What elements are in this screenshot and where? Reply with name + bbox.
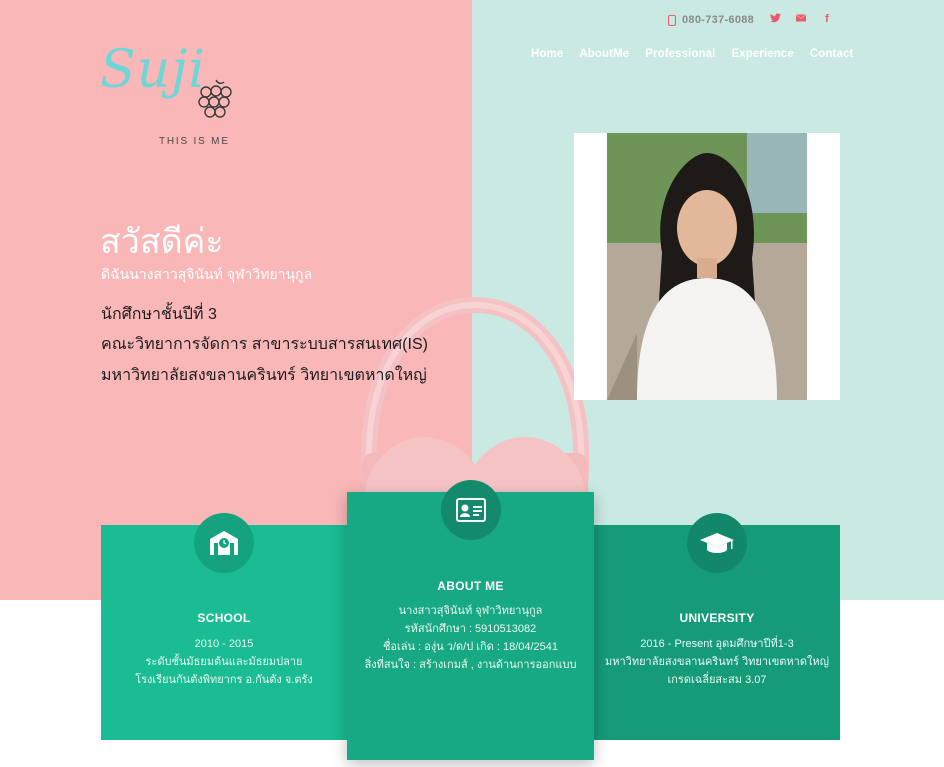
about-student-id: รหัสนักศึกษา : 5910513082	[404, 623, 537, 635]
grapes-icon	[198, 79, 232, 118]
nav-home[interactable]: Home	[531, 48, 563, 60]
social-links: f	[770, 13, 832, 26]
id-card-icon	[440, 480, 501, 540]
phone-icon	[668, 14, 676, 26]
nav-aboutme[interactable]: AboutMe	[579, 48, 629, 60]
mail-icon[interactable]	[795, 13, 807, 26]
university-name: มหาวิทยาลัยสงขลานครินทร์ วิทยาเขตหาดใหญ่	[605, 656, 829, 668]
university-years: 2016 - Present อุดมศึกษาปีที่1-3	[640, 638, 794, 650]
hero-faculty: คณะวิทยาการจัดการ สาขาระบบสารสนเทศ(IS)	[101, 336, 428, 353]
school-card: SCHOOL 2010 - 2015 ระดับชั้นมัธยมต้นและม…	[101, 513, 347, 740]
hero-year: นักศึกษาชั้นปีที่ 3	[101, 306, 217, 323]
about-nickname-birthdate: ชื่อเล่น : องุ่น ว/ด/ป เกิด : 18/04/2541	[382, 641, 559, 653]
nav-experience[interactable]: Experience	[731, 48, 793, 60]
university-title: UNIVERSITY	[679, 611, 755, 625]
hero-greeting: สวัสดีค่ะ	[100, 223, 224, 261]
hero-university: มหาวิทยาลัยสงขลานครินทร์ วิทยาเขตหาดใหญ่	[101, 367, 427, 384]
about-interests: สิ่งที่สนใจ : สร้างเกมส์ , งานด้านการออก…	[364, 659, 577, 671]
university-gpa: เกรดเฉลี่ยสะสม 3.07	[667, 674, 767, 686]
school-years: 2010 - 2015	[194, 638, 254, 650]
hero-name: ดิฉันนางสาวสุจินันท์ จุฬาวิทยานุกูล	[101, 266, 313, 282]
graduation-cap-icon	[687, 513, 747, 573]
school-level: ระดับชั้นมัธยมต้นและมัธยมปลาย	[145, 656, 303, 668]
site-logo[interactable]: Suji THIS IS ME	[100, 40, 240, 150]
logo-tagline: THIS IS ME	[159, 136, 230, 147]
nav-professional[interactable]: Professional	[645, 48, 715, 60]
nav-contact[interactable]: Contact	[810, 48, 854, 60]
contact-bar: 080-737-6088	[668, 14, 754, 26]
twitter-icon[interactable]	[770, 13, 781, 26]
school-icon	[194, 513, 254, 573]
profile-photo	[607, 133, 807, 400]
about-me-card: ABOUT ME นางสาวสุจินันท์ จุฬาวิทยานุกูล …	[347, 480, 594, 760]
about-title: ABOUT ME	[437, 579, 504, 593]
school-title: SCHOOL	[197, 611, 251, 625]
about-fullname: นางสาวสุจินันท์ จุฬาวิทยานุกูล	[398, 605, 543, 617]
university-card: UNIVERSITY 2016 - Present อุดมศึกษาปีที่…	[594, 513, 840, 740]
phone-number[interactable]: 080-737-6088	[682, 14, 754, 26]
profile-photo-frame	[574, 133, 840, 400]
school-name: โรงเรียนกันตังพิทยากร อ.กันตัง จ.ตรัง	[135, 674, 313, 686]
facebook-icon[interactable]: f	[822, 13, 832, 26]
main-nav: Home AboutMe Professional Experience Con…	[531, 48, 853, 60]
logo-wordmark: Suji	[100, 40, 206, 100]
